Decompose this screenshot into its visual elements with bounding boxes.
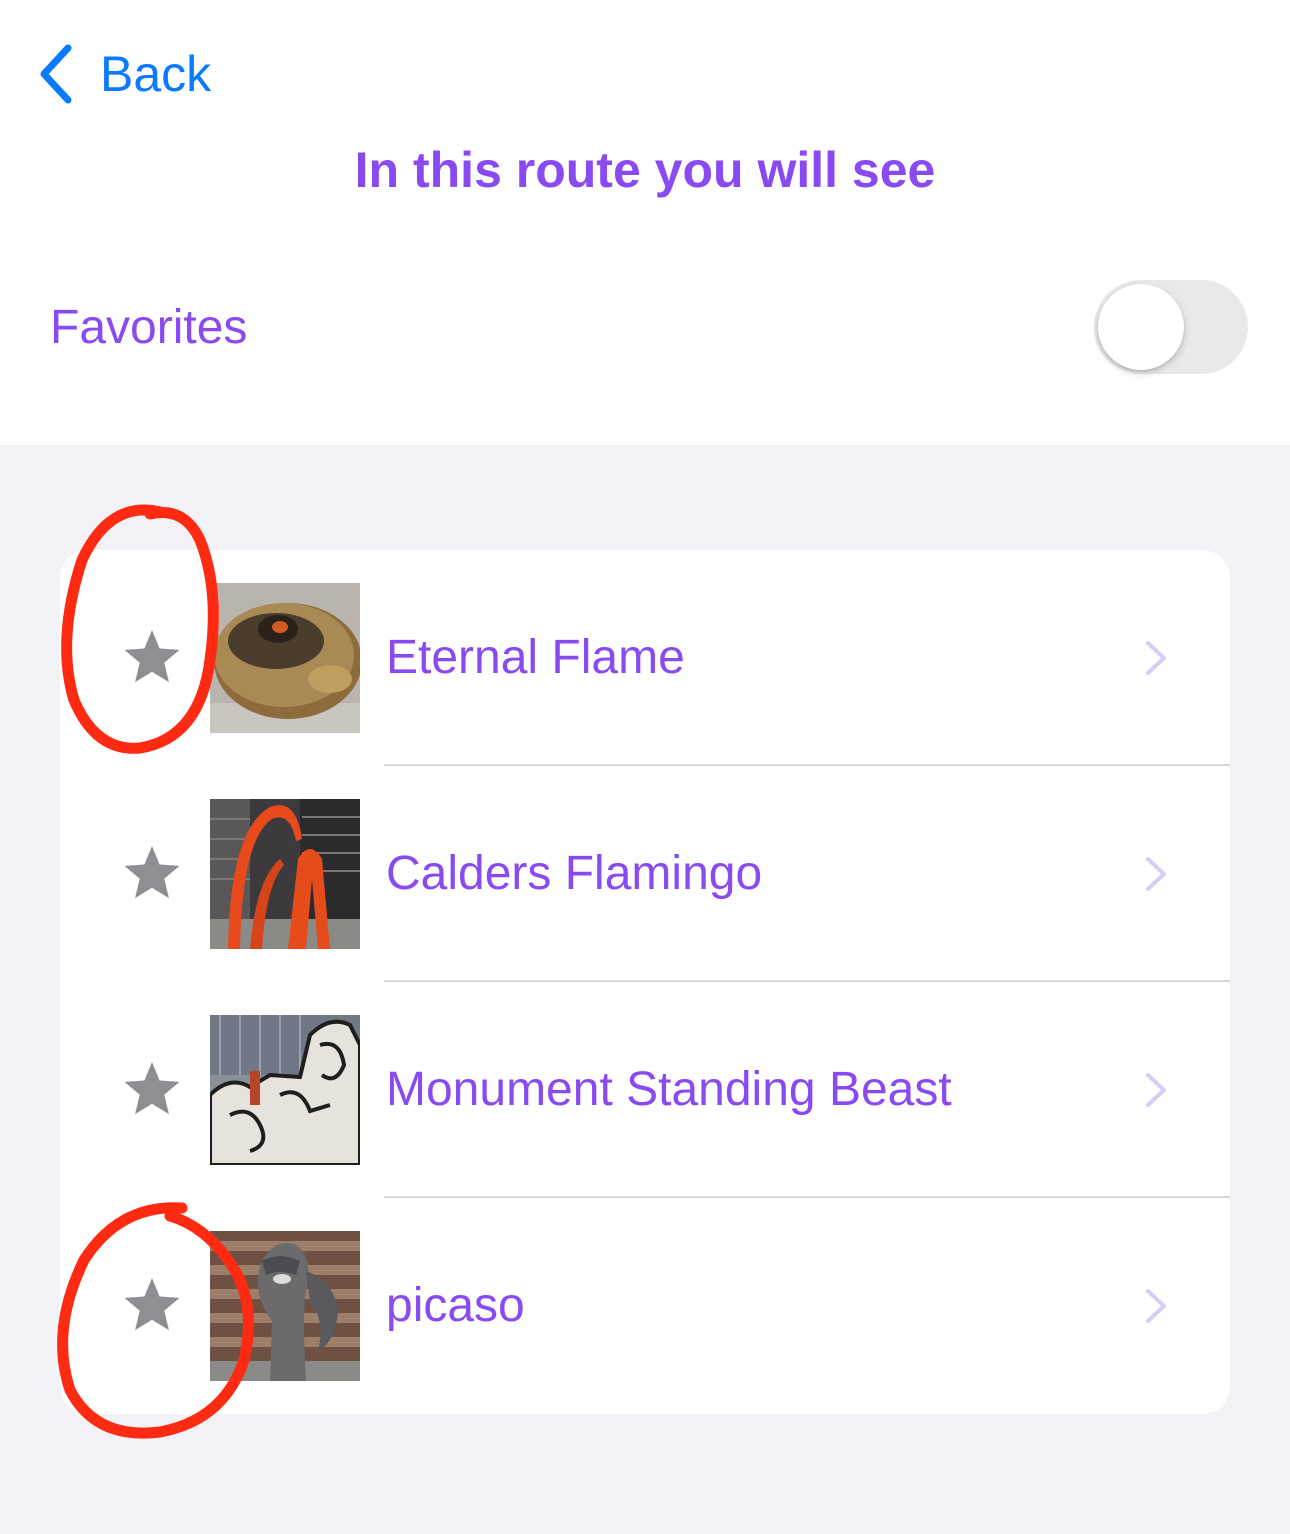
star-icon[interactable] (122, 628, 182, 686)
standing-beast-thumbnail (210, 1015, 360, 1165)
sights-list: Eternal Flame Calders Flamingo Monument … (60, 550, 1230, 1414)
eternal-flame-thumbnail (210, 583, 360, 733)
star-icon[interactable] (122, 844, 182, 902)
page-title: In this route you will see (354, 142, 936, 198)
header-area: Back In this route you will see Favorite… (0, 0, 1290, 445)
item-label: Eternal Flame (386, 631, 685, 684)
back-button[interactable]: Back (36, 40, 211, 108)
chevron-right-icon (1146, 641, 1166, 675)
back-label: Back (100, 46, 212, 102)
toggle-knob (1098, 284, 1184, 370)
star-icon[interactable] (122, 1276, 182, 1334)
item-label: picaso (386, 1279, 525, 1332)
list-item[interactable]: Eternal Flame (60, 550, 1230, 766)
chevron-right-icon (1146, 1073, 1166, 1107)
favorites-toggle[interactable] (1094, 280, 1248, 374)
item-label: Monument Standing Beast (386, 1063, 952, 1116)
calders-flamingo-thumbnail (210, 799, 360, 949)
list-item[interactable]: Calders Flamingo (60, 766, 1230, 982)
picasso-thumbnail (210, 1231, 360, 1381)
item-label: Calders Flamingo (386, 847, 763, 900)
favorites-label: Favorites (50, 301, 248, 354)
chevron-right-icon (1146, 857, 1166, 891)
list-item[interactable]: picaso (60, 1198, 1230, 1414)
chevron-left-icon (40, 44, 72, 104)
list-item[interactable]: Monument Standing Beast (60, 982, 1230, 1198)
star-icon[interactable] (122, 1060, 182, 1118)
chevron-right-icon (1146, 1289, 1166, 1323)
